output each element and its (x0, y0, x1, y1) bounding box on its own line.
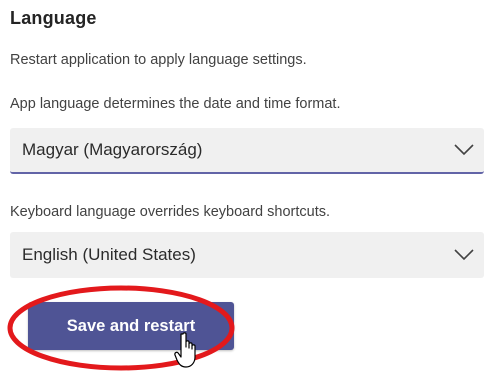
chevron-down-icon (444, 127, 484, 173)
app-language-description: App language determines the date and tim… (10, 96, 341, 112)
keyboard-language-description: Keyboard language overrides keyboard sho… (10, 204, 330, 220)
keyboard-language-dropdown[interactable]: English (United States) (10, 232, 484, 278)
language-settings-panel: Language Restart application to apply la… (0, 0, 486, 374)
chevron-down-icon (444, 232, 484, 278)
app-language-selected-value: Magyar (Magyarország) (22, 140, 203, 159)
section-title: Language (10, 8, 97, 28)
app-language-dropdown[interactable]: Magyar (Magyarország) (10, 128, 484, 174)
save-and-restart-button[interactable]: Save and restart (28, 302, 234, 350)
keyboard-language-selected-value: English (United States) (22, 245, 196, 264)
restart-hint: Restart application to apply language se… (10, 52, 307, 68)
